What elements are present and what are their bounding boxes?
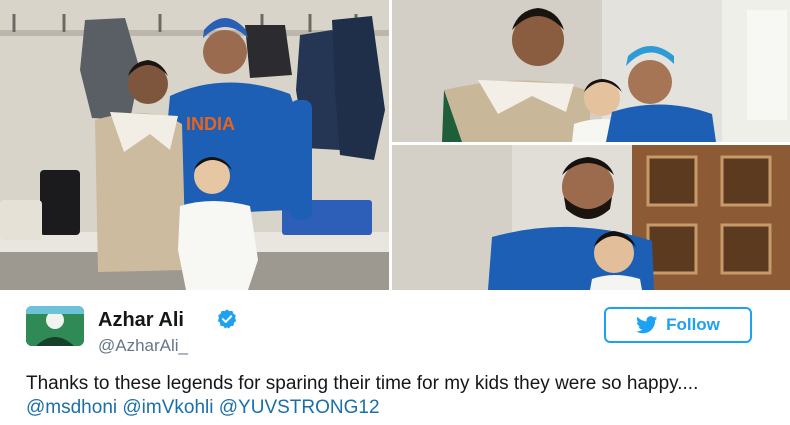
mention-link[interactable]: @YUVSTRONG12: [219, 397, 380, 418]
author-handle[interactable]: @AzharAli_: [98, 336, 188, 356]
follow-button[interactable]: Follow: [604, 307, 752, 343]
photo-dhoni-with-kids[interactable]: INDIA: [0, 0, 389, 290]
tweet-card: Azhar Ali @AzharAli_ Follow Thanks to th…: [0, 290, 790, 425]
verified-badge-icon: [217, 309, 237, 329]
jersey-text: INDIA: [186, 114, 235, 134]
tweet-body-text: Thanks to these legends for sparing thei…: [26, 373, 699, 394]
twitter-bird-icon: [636, 316, 658, 334]
author-name[interactable]: Azhar Ali: [98, 309, 184, 332]
avatar[interactable]: [26, 306, 84, 346]
mention-link[interactable]: @msdhoni: [26, 397, 117, 418]
photo-kohli-with-kid[interactable]: [392, 145, 790, 290]
photo-yuvraj-with-kids[interactable]: i: [392, 0, 790, 142]
mention-link[interactable]: @imVkohli: [122, 397, 213, 418]
tweet-text: Thanks to these legends for sparing thei…: [26, 372, 766, 420]
tweet-photo-grid: INDIA: [0, 0, 790, 290]
follow-label: Follow: [666, 315, 720, 334]
